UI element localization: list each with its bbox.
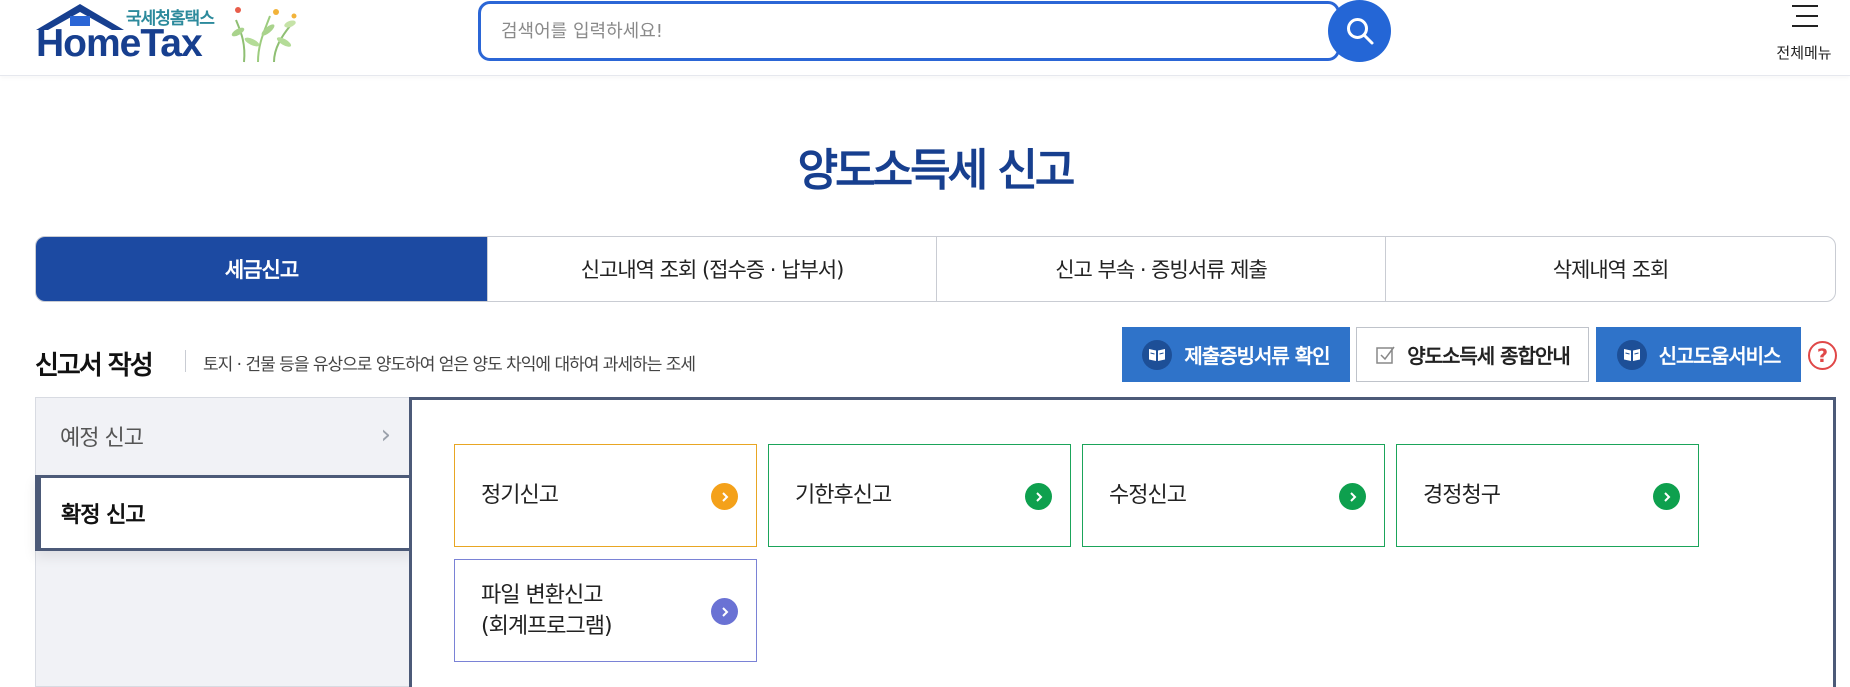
- checkbox-icon: [1375, 340, 1397, 370]
- top-header: 국세청홈택스 HomeTax 전체메뉴: [0, 0, 1850, 76]
- plant-decoration-icon: [231, 7, 297, 63]
- card-label-line1: 파일 변환신고: [481, 582, 603, 608]
- arrow-right-icon: [1025, 483, 1052, 510]
- card-label: 기한후신고: [795, 483, 892, 508]
- tab-bar: 세금신고 신고내역 조회 (접수증 · 납부서) 신고 부속 · 증빙서류 제출…: [35, 236, 1836, 302]
- sidebar-item-label: 확정 신고: [61, 503, 146, 528]
- sidebar-item-preliminary[interactable]: 예정 신고 ›: [36, 398, 412, 474]
- section-title: 신고서 작성: [35, 351, 154, 381]
- all-menu-button[interactable]: 전체메뉴: [1768, 0, 1840, 66]
- arrow-right-icon: [1653, 483, 1680, 510]
- filing-help-service-label: 신고도움서비스: [1658, 344, 1782, 368]
- search-icon: [1347, 18, 1374, 45]
- search-input[interactable]: [501, 18, 1301, 44]
- tab-filing-history[interactable]: 신고내역 조회 (접수증 · 납부서): [488, 237, 937, 301]
- search-button[interactable]: [1328, 0, 1391, 62]
- late-filing-card[interactable]: 기한후신고: [768, 444, 1071, 547]
- hamburger-icon: [1792, 5, 1818, 27]
- book-icon: [1616, 339, 1647, 370]
- tab-deleted-history[interactable]: 삭제내역 조회: [1386, 237, 1835, 301]
- card-label: 파일 변환신고 (회계프로그램): [481, 580, 613, 642]
- file-conversion-filing-card[interactable]: 파일 변환신고 (회계프로그램): [454, 559, 757, 662]
- book-icon: [1142, 339, 1173, 370]
- page-title: 양도소득세 신고: [797, 145, 1076, 196]
- section-description: 토지 · 건물 등을 유상으로 양도하여 얻은 양도 차익에 대하여 과세하는 …: [203, 355, 696, 375]
- help-icon[interactable]: ?: [1808, 341, 1837, 370]
- sidebar-item-label: 예정 신고: [60, 426, 144, 451]
- evidence-docs-button[interactable]: 제출증빙서류 확인: [1122, 327, 1350, 382]
- card-label: 수정신고: [1109, 483, 1187, 508]
- chevron-right-icon: ›: [380, 420, 391, 450]
- correction-claim-card[interactable]: 경정청구: [1396, 444, 1699, 547]
- arrow-right-icon: [711, 598, 738, 625]
- sidebar-item-final[interactable]: 확정 신고: [35, 475, 413, 551]
- card-label: 정기신고: [481, 483, 559, 508]
- capital-gains-guide-label: 양도소득세 종합안내: [1407, 344, 1571, 368]
- amended-filing-card[interactable]: 수정신고: [1082, 444, 1385, 547]
- tab-tax-filing[interactable]: 세금신고: [36, 237, 488, 301]
- card-label: 경정청구: [1423, 483, 1501, 508]
- search-box: [478, 1, 1340, 61]
- hometax-logo[interactable]: 국세청홈택스 HomeTax: [34, 0, 304, 66]
- regular-filing-card[interactable]: 정기신고: [454, 444, 757, 547]
- arrow-right-icon: [711, 483, 738, 510]
- filing-help-service-button[interactable]: 신고도움서비스: [1596, 327, 1801, 382]
- evidence-docs-label: 제출증빙서류 확인: [1184, 344, 1330, 368]
- capital-gains-guide-button[interactable]: 양도소득세 종합안내: [1356, 327, 1589, 382]
- tab-attachments-submit[interactable]: 신고 부속 · 증빙서류 제출: [937, 237, 1386, 301]
- arrow-right-icon: [1339, 483, 1366, 510]
- card-label-line2: (회계프로그램): [481, 613, 613, 639]
- all-menu-label: 전체메뉴: [1776, 44, 1832, 62]
- logo-title: HomeTax: [36, 22, 203, 65]
- section-divider: [185, 350, 186, 372]
